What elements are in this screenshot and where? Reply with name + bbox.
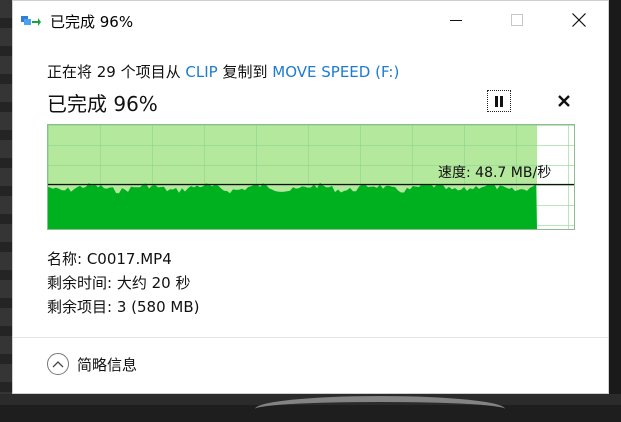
speed-label: 速度: 48.7 MB/秒	[438, 165, 552, 181]
copy-prefix: 正在将 29 个项目从	[47, 63, 186, 81]
pause-button[interactable]	[487, 90, 511, 112]
file-copy-icon	[21, 13, 41, 27]
background-right-edge	[609, 0, 621, 405]
cancel-icon	[558, 95, 570, 107]
background-left-edge	[0, 0, 12, 405]
transfer-details: 名称: C0017.MP4 剩余时间: 大约 20 秒 剩余项目: 3 (580…	[47, 247, 199, 319]
destination-drive-link[interactable]: MOVE SPEED (F:)	[272, 63, 399, 81]
window-title: 已完成 96%	[50, 13, 134, 31]
time-remaining: 剩余时间: 大约 20 秒	[47, 274, 191, 292]
copy-middle: 复制到	[217, 63, 273, 81]
close-icon	[572, 13, 586, 27]
close-button[interactable]	[556, 1, 602, 39]
chevron-up-icon	[47, 353, 69, 375]
pause-icon	[495, 95, 503, 107]
progress-status: 已完成 96%	[47, 92, 158, 116]
title-bar: 已完成 96%	[13, 1, 608, 39]
transfer-speed-graph: 速度: 48.7 MB/秒	[47, 124, 575, 230]
minimize-button[interactable]	[433, 1, 479, 39]
cancel-button[interactable]	[553, 90, 575, 112]
maximize-icon	[511, 14, 523, 26]
copy-progress-dialog: 已完成 96% 正在将 29 个项目从 CLIP 复制到 MOVE SPEED …	[12, 0, 609, 394]
file-name: 名称: C0017.MP4	[47, 250, 172, 268]
source-folder-link[interactable]: CLIP	[185, 63, 217, 81]
background-bottom-edge	[0, 394, 621, 405]
items-remaining: 剩余项目: 3 (580 MB)	[47, 298, 200, 316]
less-details-label: 简略信息	[77, 355, 138, 374]
copy-description: 正在将 29 个项目从 CLIP 复制到 MOVE SPEED (F:)	[47, 61, 399, 82]
footer-divider	[13, 337, 608, 338]
less-details-toggle[interactable]: 简略信息	[47, 353, 137, 375]
speed-wave	[48, 182, 537, 229]
minimize-icon	[450, 20, 462, 21]
maximize-button[interactable]	[494, 1, 540, 39]
